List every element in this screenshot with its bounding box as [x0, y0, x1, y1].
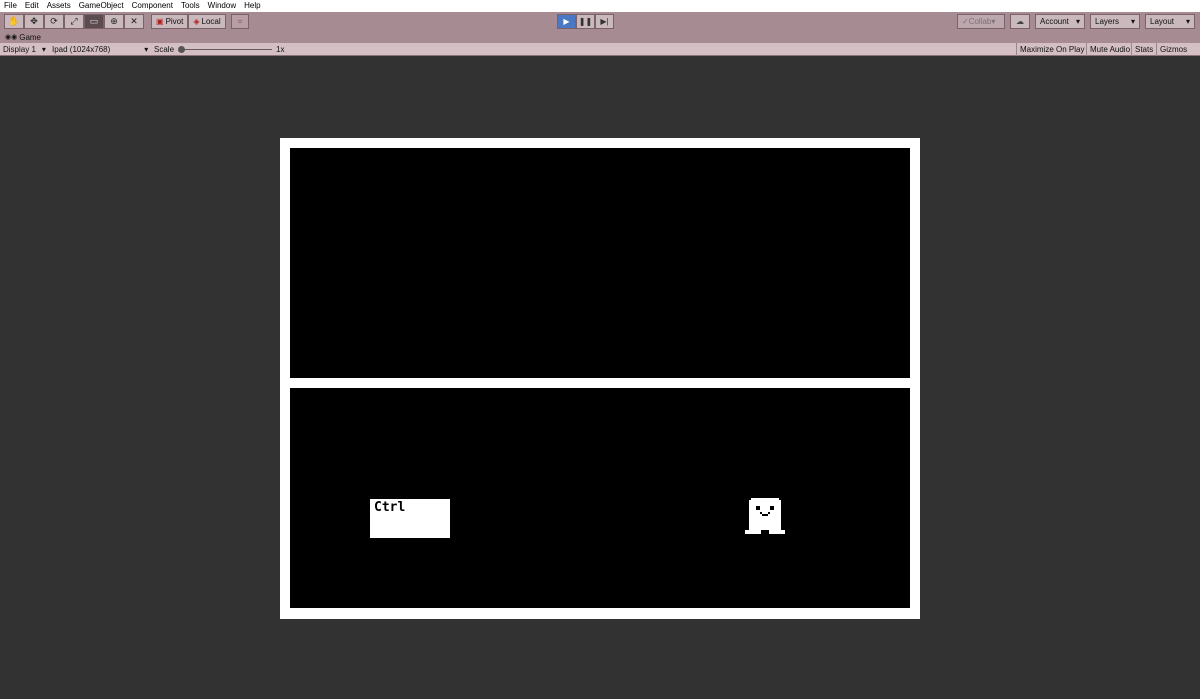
- menu-file[interactable]: File: [4, 0, 17, 12]
- display-dropdown[interactable]: Display 1 ▾: [3, 43, 46, 56]
- scale-label: Scale: [154, 45, 175, 54]
- menu-edit[interactable]: Edit: [25, 0, 39, 12]
- layout-label: Layout: [1150, 17, 1175, 26]
- rect-tool-icon[interactable]: ▭: [84, 14, 104, 29]
- transform-tool-icon[interactable]: ⊕: [104, 14, 124, 29]
- stats-button[interactable]: Stats: [1131, 43, 1156, 56]
- chevron-down-icon: ▾: [144, 45, 149, 54]
- move-tool-icon[interactable]: ✥: [24, 14, 44, 29]
- custom-tool-icon[interactable]: ✕: [124, 14, 144, 29]
- scale-slider-track[interactable]: [180, 49, 272, 50]
- gamepad-icon: ◉◉: [5, 34, 18, 41]
- pivot-label: Pivot: [165, 17, 184, 26]
- resolution-label: Ipad (1024x768): [52, 45, 111, 54]
- game-bottom-panel: [290, 388, 910, 608]
- playback-controls: ▶ ❚❚ ▶|: [557, 14, 614, 29]
- cloud-icon[interactable]: ☁: [1010, 14, 1030, 29]
- main-toolbar: ✋ ✥ ⟳ ⤢ ▭ ⊕ ✕ ▣ Pivot ◈ Local ⌗ ▶ ❚❚ ▶| ✓ C…: [0, 12, 1200, 31]
- maximize-on-play-button[interactable]: Maximize On Play: [1016, 43, 1087, 56]
- ctrl-key-label: Ctrl: [374, 500, 406, 515]
- pause-icon[interactable]: ❚❚: [576, 14, 595, 29]
- scale-slider-handle[interactable]: [178, 46, 185, 53]
- menu-window[interactable]: Window: [208, 0, 236, 12]
- ctrl-key-prompt: Ctrl: [370, 499, 450, 538]
- scale-value: 1x: [276, 45, 285, 54]
- display-label: Display 1: [3, 45, 36, 54]
- collab-label: Collab: [968, 17, 992, 26]
- account-dropdown[interactable]: Account ▾: [1035, 14, 1085, 29]
- local-label: Local: [201, 17, 221, 26]
- scale-tool-icon[interactable]: ⤢: [64, 14, 84, 29]
- layout-dropdown[interactable]: Layout ▾: [1145, 14, 1195, 29]
- pixel-ghost-character: [745, 498, 785, 534]
- rotate-tool-icon[interactable]: ⟳: [44, 14, 64, 29]
- chevron-down-icon: ▾: [41, 45, 46, 54]
- game-view-toolbar: Display 1 ▾ Ipad (1024x768) ▾ Scale 1x Max…: [0, 43, 1200, 56]
- menu-gameobject[interactable]: GameObject: [79, 0, 124, 12]
- mute-audio-button[interactable]: Mute Audio: [1086, 43, 1133, 56]
- layers-dropdown[interactable]: Layers ▾: [1090, 14, 1140, 29]
- collab-button[interactable]: ✓ Collab ▾: [957, 14, 1005, 29]
- account-label: Account: [1040, 17, 1069, 26]
- chevron-down-icon: ▾: [991, 17, 996, 26]
- game-top-panel: [290, 148, 910, 378]
- menu-bar: File Edit Assets GameObject Component To…: [0, 0, 1200, 12]
- menu-assets[interactable]: Assets: [47, 0, 71, 12]
- resolution-dropdown[interactable]: Ipad (1024x768) ▾: [52, 43, 148, 56]
- chevron-down-icon: ▾: [1185, 17, 1190, 26]
- menu-help[interactable]: Help: [244, 0, 260, 12]
- menu-component[interactable]: Component: [132, 0, 173, 12]
- local-icon: ◈: [193, 17, 200, 26]
- pivot-icon: ▣: [156, 17, 164, 26]
- gizmos-button[interactable]: Gizmos: [1156, 43, 1190, 56]
- step-icon[interactable]: ▶|: [595, 14, 614, 29]
- pivot-button[interactable]: ▣ Pivot: [151, 14, 189, 29]
- transform-tools: ✋ ✥ ⟳ ⤢ ▭ ⊕ ✕: [4, 14, 144, 29]
- menu-tools[interactable]: Tools: [181, 0, 200, 12]
- snap-icon[interactable]: ⌗: [231, 14, 249, 29]
- play-icon[interactable]: ▶: [557, 14, 576, 29]
- pivot-toggle-group: ▣ Pivot ◈ Local: [151, 14, 226, 29]
- local-button[interactable]: ◈ Local: [188, 14, 226, 29]
- chevron-down-icon: ▾: [1075, 17, 1080, 26]
- hand-tool-icon[interactable]: ✋: [4, 14, 24, 29]
- layers-label: Layers: [1095, 17, 1120, 26]
- tab-game[interactable]: ◉◉ Game: [2, 31, 44, 43]
- window-tab-bar: ◉◉ Game: [0, 31, 1200, 43]
- tab-game-label: Game: [19, 32, 42, 42]
- check-icon: ✓: [962, 17, 969, 26]
- chevron-down-icon: ▾: [1130, 17, 1135, 26]
